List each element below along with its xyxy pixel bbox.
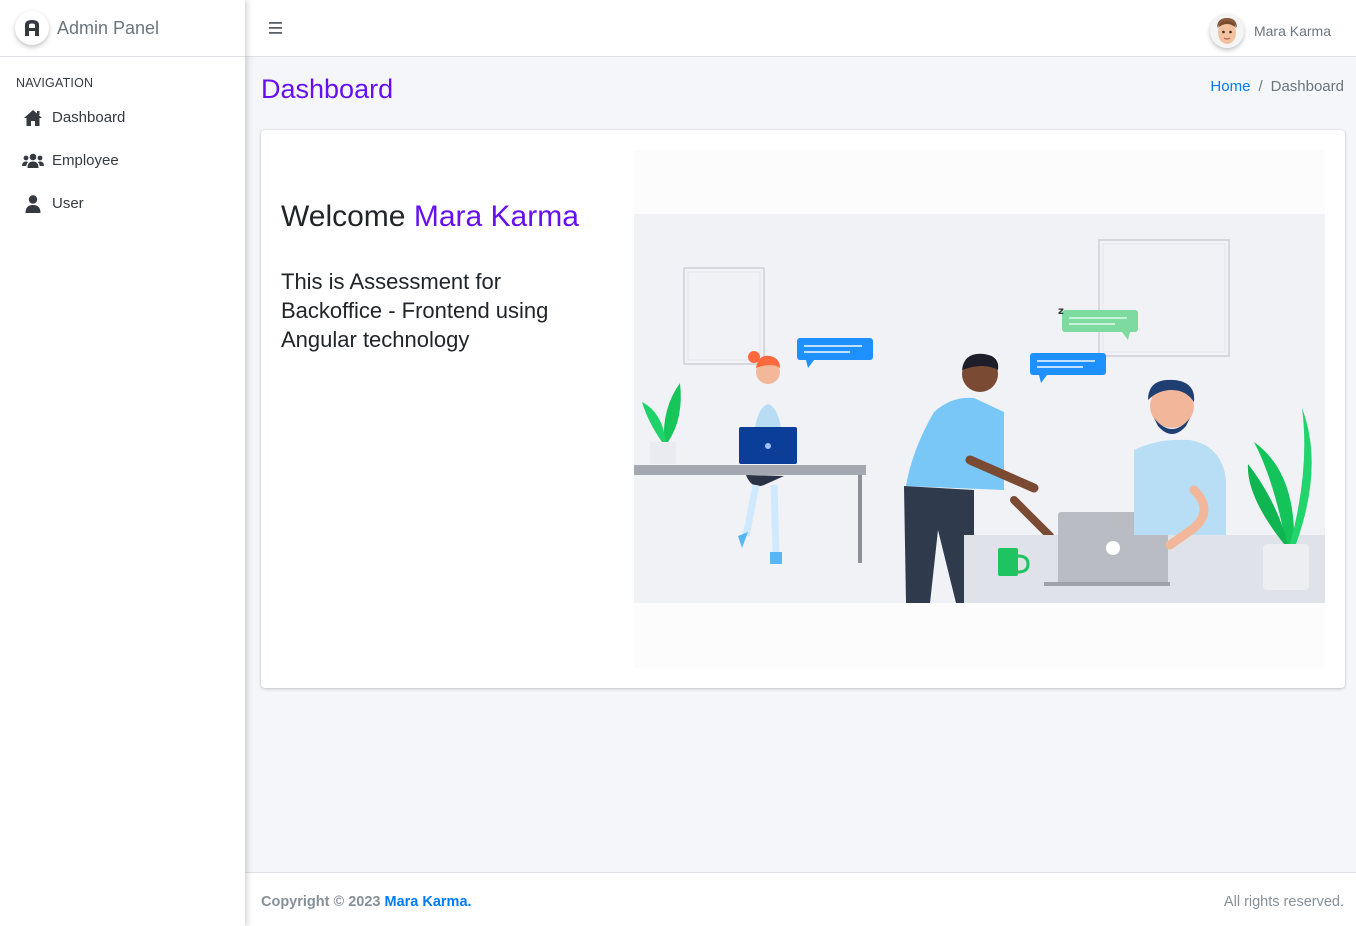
users-icon — [22, 151, 44, 171]
avatar-face-icon — [1209, 14, 1244, 48]
content-header: Dashboard Home / Dashboard — [245, 57, 1356, 130]
breadcrumb: Home / Dashboard — [1210, 78, 1344, 95]
rights-text: All rights reserved. — [1223, 894, 1344, 910]
team-illustration-icon: z — [634, 214, 1325, 603]
sidebar-item-label: User — [52, 195, 84, 212]
menu-toggle-icon[interactable] — [268, 20, 284, 36]
sidebar: Admin Panel NAVIGATION Dashboard Employe… — [0, 0, 245, 926]
copyright-owner-link[interactable]: Mara Karma. — [385, 894, 472, 910]
logo-icon — [25, 20, 39, 36]
top-navbar: Mara Karma — [245, 0, 1356, 57]
welcome-card: Welcome Mara Karma This is Assessment fo… — [261, 130, 1345, 688]
office-illustration: z — [634, 150, 1325, 668]
copyright: Copyright © 2023 Mara Karma. — [261, 894, 472, 910]
sidebar-item-dashboard[interactable]: Dashboard — [0, 96, 245, 139]
welcome-user-name: Mara Karma — [413, 200, 579, 233]
brand[interactable]: Admin Panel — [0, 0, 245, 57]
user-icon — [22, 194, 44, 214]
welcome-description: This is Assessment for Backoffice - Fron… — [281, 269, 549, 352]
copyright-prefix: Copyright © 2023 — [261, 894, 385, 910]
sidebar-item-label: Employee — [52, 152, 119, 169]
welcome-heading: Welcome Mara Karma — [281, 200, 579, 234]
welcome-prefix: Welcome — [281, 200, 414, 233]
svg-text:z: z — [1058, 306, 1064, 317]
user-menu[interactable]: Mara Karma — [1209, 14, 1331, 48]
sidebar-item-employee[interactable]: Employee — [0, 139, 245, 182]
brand-title: Admin Panel — [57, 17, 160, 38]
home-icon — [22, 108, 44, 128]
footer: Copyright © 2023 Mara Karma. All rights … — [245, 872, 1356, 926]
breadcrumb-current: Dashboard — [1270, 78, 1344, 95]
sidebar-item-label: Dashboard — [52, 109, 126, 126]
sidebar-item-user[interactable]: User — [0, 182, 245, 225]
page-title: Dashboard — [261, 74, 394, 104]
breadcrumb-home-link[interactable]: Home — [1210, 78, 1250, 95]
nav-header: NAVIGATION — [16, 76, 94, 90]
brand-logo — [15, 11, 49, 45]
user-name: Mara Karma — [1253, 23, 1331, 39]
breadcrumb-separator: / — [1258, 78, 1263, 95]
avatar — [1209, 14, 1244, 48]
